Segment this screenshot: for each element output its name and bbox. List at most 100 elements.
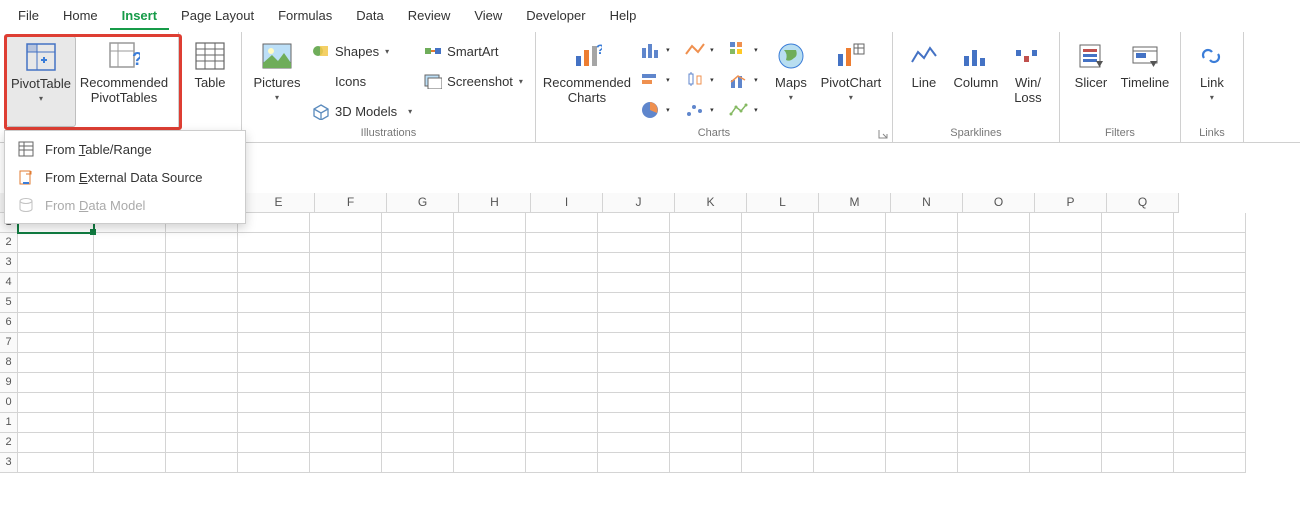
cell[interactable] — [886, 453, 958, 473]
cell[interactable] — [1102, 213, 1174, 233]
tab-developer[interactable]: Developer — [514, 3, 597, 30]
cell[interactable] — [18, 413, 94, 433]
cell[interactable] — [18, 433, 94, 453]
cell[interactable] — [526, 293, 598, 313]
row-header[interactable]: 8 — [0, 353, 18, 373]
cell[interactable] — [1102, 393, 1174, 413]
cell[interactable] — [598, 393, 670, 413]
cell[interactable] — [166, 293, 238, 313]
cell[interactable] — [454, 273, 526, 293]
cell[interactable] — [1174, 333, 1246, 353]
cell[interactable] — [526, 213, 598, 233]
cell[interactable] — [526, 413, 598, 433]
cell[interactable] — [454, 453, 526, 473]
cell[interactable] — [310, 253, 382, 273]
row-header[interactable]: 2 — [0, 233, 18, 253]
cell[interactable] — [454, 393, 526, 413]
cell[interactable] — [814, 313, 886, 333]
cell[interactable] — [238, 353, 310, 373]
cell[interactable] — [886, 213, 958, 233]
cell[interactable] — [742, 353, 814, 373]
cell[interactable] — [814, 433, 886, 453]
cell[interactable] — [454, 413, 526, 433]
column-header[interactable]: P — [1035, 193, 1107, 213]
cell[interactable] — [310, 413, 382, 433]
cell[interactable] — [742, 413, 814, 433]
cell[interactable] — [526, 233, 598, 253]
cell[interactable] — [1030, 373, 1102, 393]
cell[interactable] — [1030, 273, 1102, 293]
cell[interactable] — [1102, 313, 1174, 333]
cell[interactable] — [382, 353, 454, 373]
tab-view[interactable]: View — [462, 3, 514, 30]
cell[interactable] — [454, 293, 526, 313]
cell[interactable] — [454, 353, 526, 373]
cell[interactable] — [1102, 373, 1174, 393]
cell[interactable] — [598, 273, 670, 293]
cell[interactable] — [958, 373, 1030, 393]
cell[interactable] — [382, 453, 454, 473]
cell[interactable] — [814, 273, 886, 293]
cell[interactable] — [1174, 453, 1246, 473]
3d-models-button[interactable]: 3D Models▾ — [310, 102, 414, 122]
cell[interactable] — [742, 313, 814, 333]
column-header[interactable]: O — [963, 193, 1035, 213]
cell[interactable] — [886, 333, 958, 353]
cell[interactable] — [94, 353, 166, 373]
column-header[interactable]: H — [459, 193, 531, 213]
cell[interactable] — [1174, 353, 1246, 373]
tab-formulas[interactable]: Formulas — [266, 3, 344, 30]
cell[interactable] — [598, 353, 670, 373]
cell[interactable] — [670, 213, 742, 233]
row-header[interactable]: 2 — [0, 433, 18, 453]
cell[interactable] — [166, 273, 238, 293]
cell[interactable] — [166, 333, 238, 353]
cell[interactable] — [526, 393, 598, 413]
screenshot-button[interactable]: Screenshot▾ — [422, 71, 525, 91]
cell[interactable] — [670, 353, 742, 373]
cell[interactable] — [1102, 333, 1174, 353]
cell[interactable] — [958, 253, 1030, 273]
cell[interactable] — [1174, 253, 1246, 273]
cell[interactable] — [1102, 233, 1174, 253]
cell[interactable] — [1174, 413, 1246, 433]
spreadsheet-grid[interactable]: A B C D E F G H I J K L M N O P Q 123456… — [0, 193, 1300, 473]
cell[interactable] — [1030, 293, 1102, 313]
cell[interactable] — [598, 213, 670, 233]
cell[interactable] — [382, 433, 454, 453]
cell[interactable] — [94, 373, 166, 393]
cell[interactable] — [18, 453, 94, 473]
cell[interactable] — [670, 453, 742, 473]
cell[interactable] — [670, 373, 742, 393]
cell[interactable] — [1102, 253, 1174, 273]
cell[interactable] — [598, 433, 670, 453]
cell[interactable] — [598, 313, 670, 333]
cell[interactable] — [598, 253, 670, 273]
cell[interactable] — [1030, 433, 1102, 453]
smartart-button[interactable]: SmartArt — [422, 41, 525, 61]
tab-page-layout[interactable]: Page Layout — [169, 3, 266, 30]
column-header[interactable]: G — [387, 193, 459, 213]
tab-review[interactable]: Review — [396, 3, 463, 30]
cell[interactable] — [94, 273, 166, 293]
row-header[interactable]: 5 — [0, 293, 18, 313]
cell[interactable] — [310, 433, 382, 453]
cell[interactable] — [238, 333, 310, 353]
cell[interactable] — [526, 313, 598, 333]
cell[interactable] — [238, 453, 310, 473]
column-header[interactable]: N — [891, 193, 963, 213]
cell[interactable] — [958, 453, 1030, 473]
sparkline-line-button[interactable]: Line — [899, 36, 949, 127]
cell[interactable] — [958, 213, 1030, 233]
cell[interactable] — [670, 273, 742, 293]
row-header[interactable]: 7 — [0, 333, 18, 353]
chart-combo-button[interactable]: ▾ — [722, 66, 764, 94]
cell[interactable] — [94, 393, 166, 413]
tab-help[interactable]: Help — [598, 3, 649, 30]
cell[interactable] — [238, 413, 310, 433]
cell[interactable] — [94, 433, 166, 453]
cell[interactable] — [886, 273, 958, 293]
cell[interactable] — [1174, 313, 1246, 333]
maps-button[interactable]: Maps ▾ — [766, 36, 816, 127]
row-header[interactable]: 3 — [0, 453, 18, 473]
